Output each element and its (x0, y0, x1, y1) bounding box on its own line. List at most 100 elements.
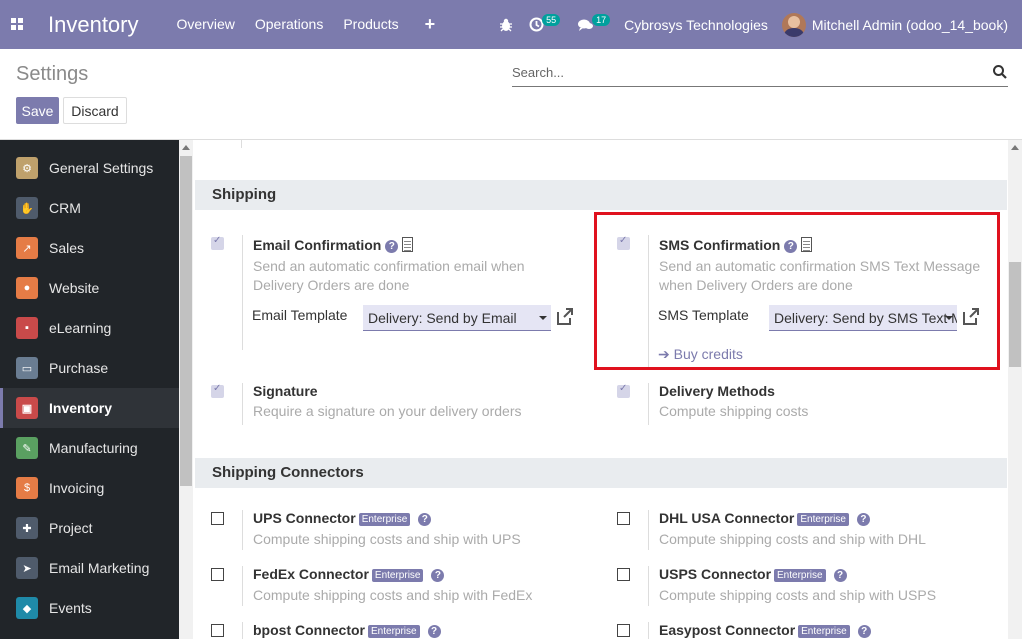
sidebar-item-label: General Settings (49, 160, 154, 176)
help-icon[interactable]: ? (431, 569, 445, 582)
sidebar-item-elearning[interactable]: ▪ eLearning (0, 308, 179, 348)
ups-checkbox[interactable] (211, 512, 224, 525)
signature-desc: Require a signature on your delivery ord… (253, 403, 522, 419)
company-specific-icon (801, 237, 813, 252)
sidebar-item-email-marketing[interactable]: ➤ Email Marketing (0, 548, 179, 588)
sms-template-value: Delivery: Send by SMS Text M (774, 310, 957, 326)
sidebar-item-general-settings[interactable]: ⚙ General Settings (0, 148, 179, 188)
usps-checkbox[interactable] (617, 568, 630, 581)
content-scrollbar[interactable] (1008, 140, 1022, 639)
help-icon[interactable]: ? (427, 625, 441, 638)
sidebar-item-label: Events (49, 600, 92, 616)
paper-plane-icon: ➤ (16, 557, 38, 579)
email-confirmation-checkbox[interactable] (211, 235, 224, 250)
sidebar-item-label: Inventory (49, 400, 113, 416)
help-icon[interactable]: ? (385, 240, 399, 253)
messages-icon[interactable]: 17 (570, 0, 620, 49)
menu-overview[interactable]: Overview (167, 0, 245, 49)
enterprise-badge: Enterprise (368, 625, 420, 638)
help-icon[interactable]: ? (833, 569, 847, 582)
card-icon: ▭ (16, 357, 38, 379)
sms-template-label: SMS Template (658, 307, 749, 323)
external-link-icon[interactable] (555, 307, 574, 326)
dhl-title: DHL USA Connector (659, 510, 795, 526)
enterprise-badge: Enterprise (797, 513, 849, 526)
search-icon[interactable] (992, 64, 1008, 80)
help-icon[interactable]: ? (857, 625, 871, 638)
chart-icon: ↗ (16, 237, 38, 259)
easypost-checkbox[interactable] (617, 624, 630, 637)
delivery-methods-checkbox[interactable] (617, 383, 630, 398)
buy-credits-label: Buy credits (673, 346, 743, 362)
fedex-desc: Compute shipping costs and ship with Fed… (253, 587, 533, 603)
discard-button[interactable]: Discard (63, 97, 127, 124)
sidebar-item-label: Purchase (49, 360, 109, 376)
sidebar-item-label: Email Marketing (49, 560, 150, 576)
handshake-icon: ✋ (16, 197, 38, 219)
bpost-title: bpost Connector (253, 622, 365, 638)
sms-template-select[interactable]: Delivery: Send by SMS Text M (769, 305, 957, 331)
sidebar-item-website[interactable]: ● Website (0, 268, 179, 308)
sidebar-item-manufacturing[interactable]: ✎ Manufacturing (0, 428, 179, 468)
wrench-icon: ✎ (16, 437, 38, 459)
box-icon: ▣ (16, 397, 38, 419)
email-template-label: Email Template (252, 307, 348, 323)
sidebar-item-inventory[interactable]: ▣ Inventory (0, 388, 179, 428)
activity-icon[interactable]: 55 (521, 0, 570, 49)
sidebar-item-purchase[interactable]: ▭ Purchase (0, 348, 179, 388)
menu-operations[interactable]: Operations (245, 0, 333, 49)
delivery-methods-desc: Compute shipping costs (659, 403, 809, 419)
buy-credits-link[interactable]: ➔ Buy credits (658, 346, 743, 363)
email-confirmation-title: Email Confirmation (253, 237, 382, 253)
user-menu[interactable]: Mitchell Admin (odoo_14_book) (812, 17, 1008, 33)
sidebar-scrollbar[interactable] (179, 140, 193, 639)
help-icon[interactable]: ? (418, 513, 432, 526)
app-brand[interactable]: Inventory (48, 12, 139, 38)
plus-icon[interactable]: + (415, 0, 446, 49)
apps-menu-icon[interactable] (0, 0, 34, 49)
fedex-checkbox[interactable] (211, 568, 224, 581)
enterprise-badge: Enterprise (774, 569, 826, 582)
sidebar-item-project[interactable]: ✚ Project (0, 508, 179, 548)
search-bar (512, 59, 1008, 87)
save-button[interactable]: Save (16, 97, 59, 124)
sidebar-item-sales[interactable]: ↗ Sales (0, 228, 179, 268)
menu-products[interactable]: Products (333, 0, 408, 49)
messages-badge: 17 (592, 13, 611, 26)
settings-content: Shipping Email Confirmation? Send an aut… (195, 140, 1007, 639)
invoice-icon: $ (16, 477, 38, 499)
signature-title: Signature (253, 383, 318, 399)
sms-confirmation-title: SMS Confirmation (659, 237, 781, 253)
sidebar-item-label: CRM (49, 200, 81, 216)
ticket-icon: ◆ (16, 597, 38, 619)
easypost-title: Easypost Connector (659, 622, 796, 638)
external-link-icon[interactable] (961, 307, 980, 326)
sidebar-item-crm[interactable]: ✋ CRM (0, 188, 179, 228)
sidebar-item-label: eLearning (49, 320, 112, 336)
enterprise-badge: Enterprise (798, 625, 850, 638)
chevron-down-icon (539, 316, 547, 320)
sidebar-item-invoicing[interactable]: $ Invoicing (0, 468, 179, 508)
debug-icon[interactable] (491, 0, 521, 49)
user-avatar[interactable] (781, 12, 806, 37)
sms-confirmation-checkbox[interactable] (617, 235, 630, 250)
email-confirmation-desc: Send an automatic confirmation email whe… (253, 258, 525, 293)
search-input[interactable] (512, 59, 982, 85)
puzzle-icon: ✚ (16, 517, 38, 539)
ups-desc: Compute shipping costs and ship with UPS (253, 531, 521, 547)
email-template-value: Delivery: Send by Email (368, 310, 517, 326)
section-shipping-connectors: Shipping Connectors (195, 458, 1007, 488)
company-switcher[interactable]: Cybrosys Technologies (620, 17, 782, 33)
settings-sidebar: ⚙ General Settings ✋ CRM ↗ Sales ● Websi… (0, 140, 179, 639)
help-icon[interactable]: ? (784, 240, 798, 253)
help-icon[interactable]: ? (856, 513, 870, 526)
chevron-down-icon (945, 316, 953, 320)
email-template-select[interactable]: Delivery: Send by Email (363, 305, 551, 331)
signature-checkbox[interactable] (211, 383, 224, 398)
usps-desc: Compute shipping costs and ship with USP… (659, 587, 937, 603)
bpost-checkbox[interactable] (211, 624, 224, 637)
fedex-title: FedEx Connector (253, 566, 369, 582)
sidebar-item-events[interactable]: ◆ Events (0, 588, 179, 628)
dhl-checkbox[interactable] (617, 512, 630, 525)
gear-icon: ⚙ (16, 157, 38, 179)
